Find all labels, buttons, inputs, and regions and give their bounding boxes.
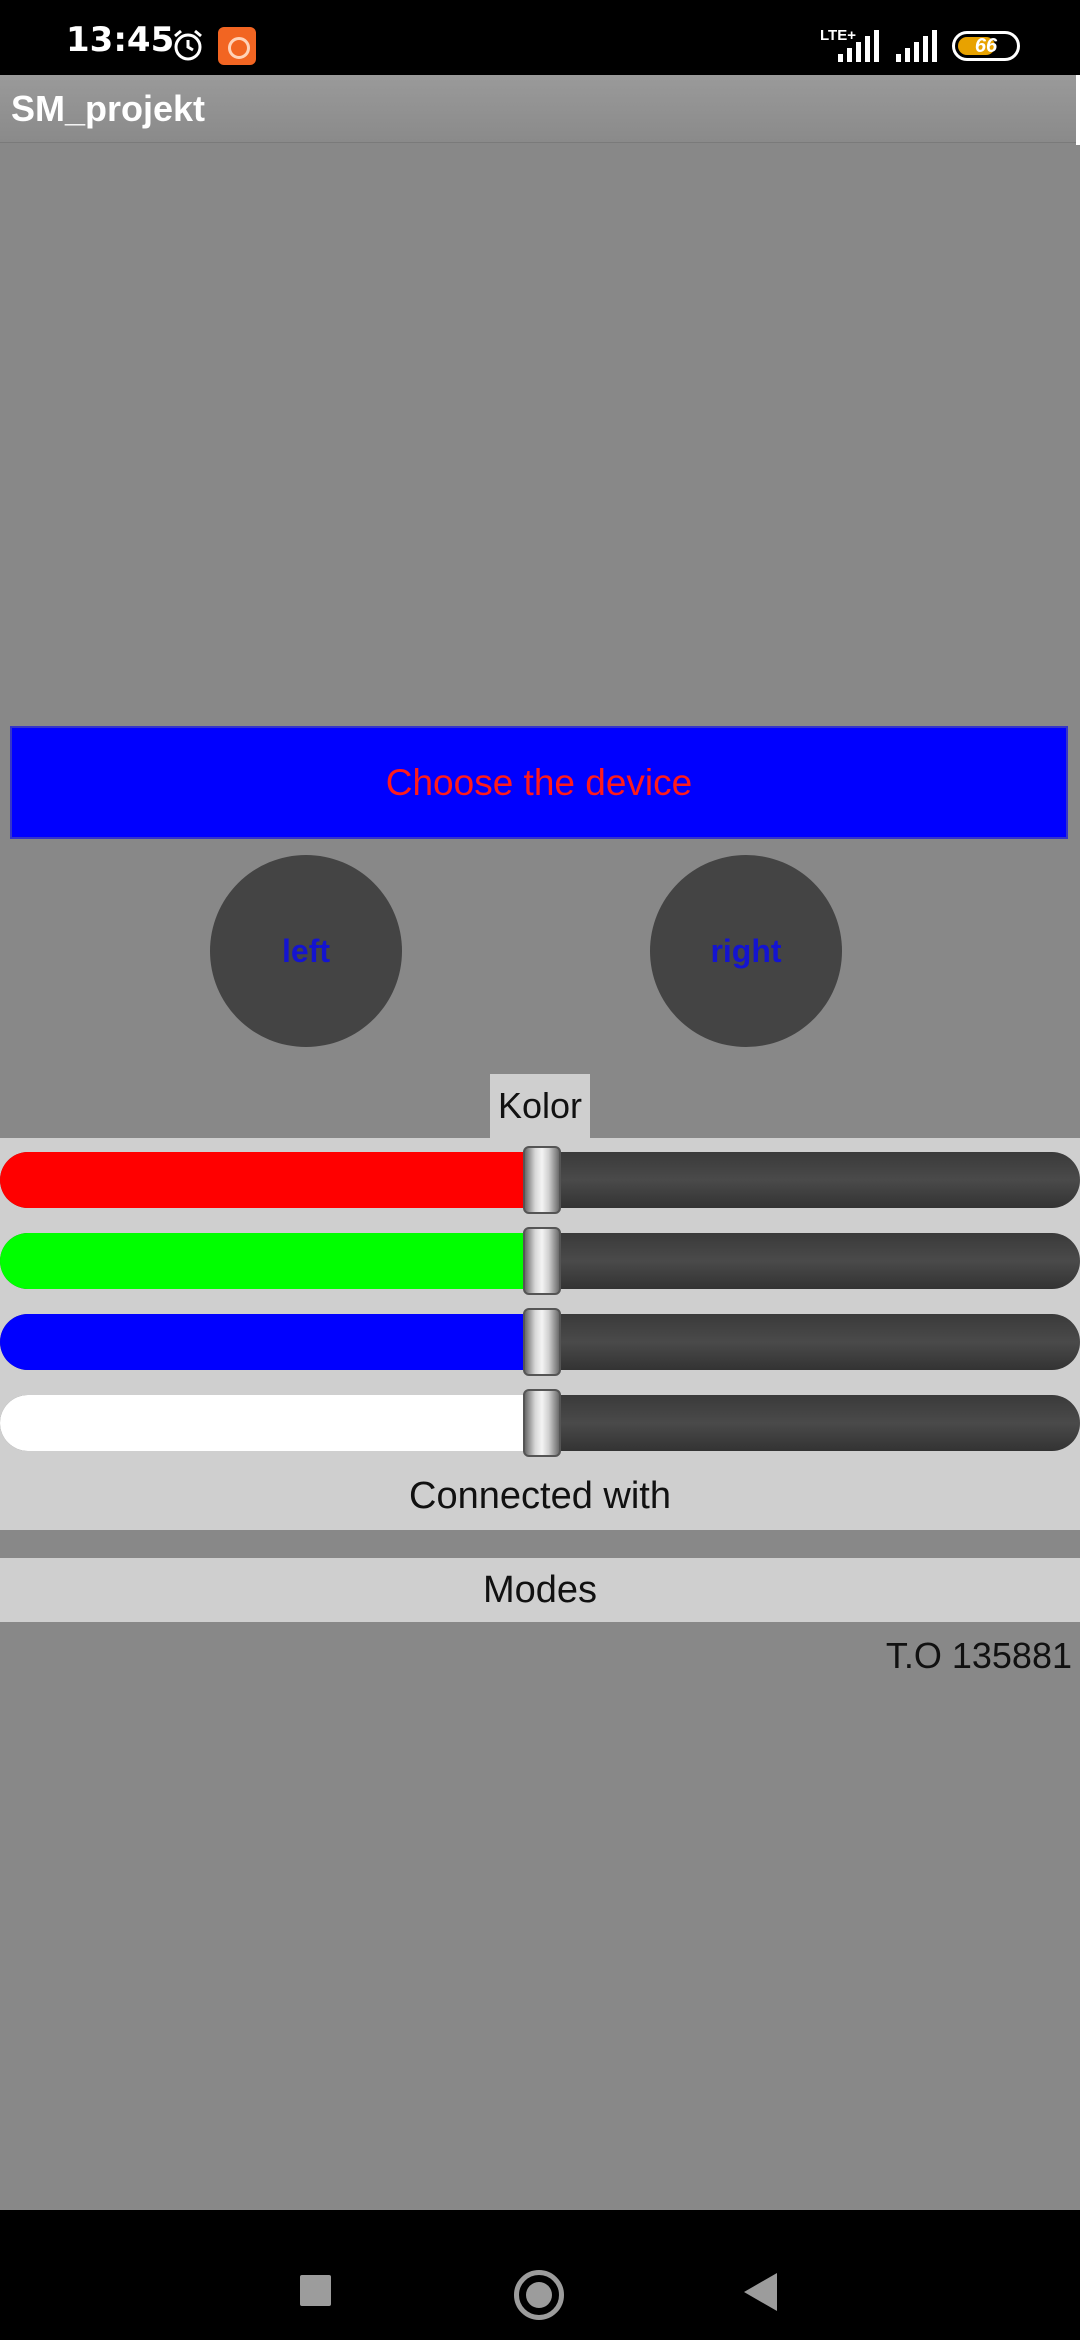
alarm-icon bbox=[174, 29, 202, 61]
signal-icon bbox=[838, 30, 879, 62]
choose-device-label: Choose the device bbox=[385, 761, 693, 803]
connection-status-label: Connected with bbox=[409, 1474, 671, 1517]
modes-button[interactable]: Modes bbox=[0, 1558, 1080, 1622]
green-slider-fill bbox=[0, 1233, 540, 1289]
blue-slider-thumb[interactable] bbox=[523, 1308, 561, 1376]
white-slider-thumb[interactable] bbox=[523, 1389, 561, 1457]
red-slider-fill bbox=[0, 1152, 540, 1208]
app-bar: SM_projekt bbox=[0, 75, 1080, 143]
app-bar-edge bbox=[1076, 75, 1080, 145]
home-icon[interactable] bbox=[514, 2270, 564, 2320]
left-button-label: left bbox=[282, 932, 330, 969]
app-title: SM_projekt bbox=[11, 88, 206, 129]
status-time: 13:45 bbox=[66, 20, 175, 60]
red-slider-thumb[interactable] bbox=[523, 1146, 561, 1214]
app-notification-icon bbox=[218, 27, 256, 65]
color-slider-panel bbox=[0, 1138, 1080, 1462]
right-button[interactable]: right bbox=[650, 855, 842, 1047]
navigation-bar bbox=[0, 2210, 1080, 2340]
author-id: T.O 135881 bbox=[885, 1635, 1072, 1676]
color-label: Kolor bbox=[490, 1074, 590, 1138]
battery-icon: 66 bbox=[952, 31, 1020, 61]
choose-device-button[interactable]: Choose the device bbox=[10, 726, 1068, 839]
back-icon[interactable] bbox=[744, 2273, 777, 2311]
status-bar: 13:45 LTE+ 66 bbox=[0, 0, 1080, 75]
right-button-label: right bbox=[710, 932, 782, 969]
signal-icon bbox=[896, 30, 937, 62]
green-slider-thumb[interactable] bbox=[523, 1227, 561, 1295]
battery-level: 66 bbox=[974, 35, 998, 57]
blue-slider-fill bbox=[0, 1314, 540, 1370]
connection-status: Connected with bbox=[0, 1462, 1080, 1530]
modes-label: Modes bbox=[482, 1568, 598, 1611]
recents-icon[interactable] bbox=[300, 2275, 331, 2306]
white-slider-fill bbox=[0, 1395, 540, 1451]
left-button[interactable]: left bbox=[210, 855, 402, 1047]
